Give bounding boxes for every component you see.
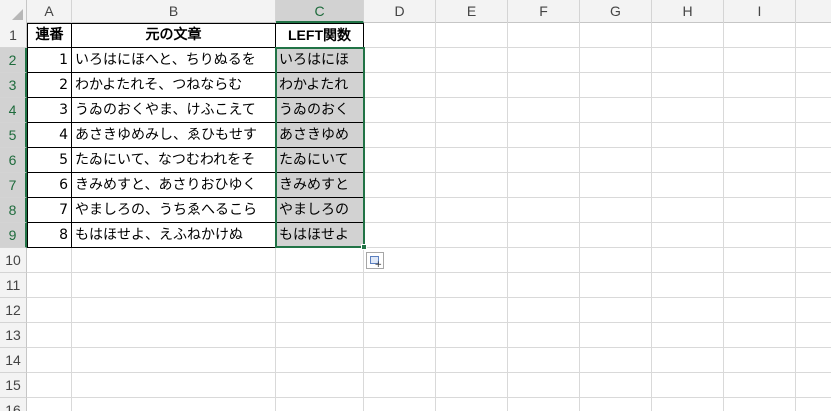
table-border: [27, 172, 364, 173]
column-header-d[interactable]: D: [364, 0, 436, 23]
cell-a3[interactable]: 2: [28, 73, 71, 98]
cell-c7[interactable]: きみめすと: [276, 173, 363, 198]
row-header-7[interactable]: 7: [0, 173, 27, 198]
table-border: [27, 122, 364, 123]
gridline: [27, 322, 831, 323]
row-header-9[interactable]: 9: [0, 223, 27, 248]
fill-handle[interactable]: [361, 244, 367, 250]
column-header-h[interactable]: H: [652, 0, 724, 23]
gridline: [795, 23, 796, 411]
table-border: [27, 97, 364, 98]
cell-c9[interactable]: もはほせよ: [276, 223, 363, 248]
cell-a5[interactable]: 4: [28, 123, 71, 148]
select-all-icon: [12, 9, 23, 20]
plus-icon: +: [374, 260, 382, 270]
cell-c5[interactable]: あさきゆめ: [276, 123, 363, 148]
row-header-11[interactable]: 11: [0, 273, 27, 298]
table-border: [275, 23, 276, 248]
row-header-5[interactable]: 5: [0, 123, 27, 148]
table-border: [27, 222, 364, 223]
row-header-16[interactable]: 16: [0, 398, 27, 411]
table-border: [27, 72, 364, 73]
select-all-corner[interactable]: [0, 0, 27, 23]
row-header-8[interactable]: 8: [0, 198, 27, 223]
gridline: [507, 23, 508, 411]
gridline: [27, 347, 831, 348]
gridline: [27, 372, 831, 373]
gridline: [579, 23, 580, 411]
row-header-12[interactable]: 12: [0, 298, 27, 323]
row-header-1[interactable]: 1: [0, 23, 27, 48]
gridline: [723, 23, 724, 411]
cell-a9[interactable]: 8: [28, 223, 71, 248]
cell-c1[interactable]: LEFT関数: [276, 23, 363, 48]
gridline: [27, 297, 831, 298]
gridline: [363, 23, 364, 411]
cell-a2[interactable]: 1: [28, 48, 71, 73]
column-header-i[interactable]: I: [724, 0, 796, 23]
row-header-13[interactable]: 13: [0, 323, 27, 348]
cell-a6[interactable]: 5: [28, 148, 71, 173]
cell-c8[interactable]: やましろの: [276, 198, 363, 223]
row-header-2[interactable]: 2: [0, 48, 27, 73]
cell-a8[interactable]: 7: [28, 198, 71, 223]
cell-b3[interactable]: わかよたれそ、つねならむ: [72, 73, 275, 98]
cell-c2[interactable]: いろはにほ: [276, 48, 363, 73]
cell-c4[interactable]: うゐのおく: [276, 98, 363, 123]
cell-c6[interactable]: たゐにいて: [276, 148, 363, 173]
column-header-e[interactable]: E: [436, 0, 508, 23]
cell-a7[interactable]: 6: [28, 173, 71, 198]
row-header-3[interactable]: 3: [0, 73, 27, 98]
row-header-15[interactable]: 15: [0, 373, 27, 398]
gridline: [27, 272, 831, 273]
cell-b5[interactable]: あさきゆめみし、ゑひもせす: [72, 123, 275, 148]
quick-analysis-button[interactable]: +: [366, 252, 384, 270]
cell-b6[interactable]: たゐにいて、なつむわれをそ: [72, 148, 275, 173]
cell-a4[interactable]: 3: [28, 98, 71, 123]
cell-b2[interactable]: いろはにほへと、ちりぬるを: [72, 48, 275, 73]
row-header-6[interactable]: 6: [0, 148, 27, 173]
cell-b9[interactable]: もはほせよ、えふねかけぬ: [72, 223, 275, 248]
table-border: [27, 147, 364, 148]
gridline: [651, 23, 652, 411]
cell-a1[interactable]: 連番: [28, 23, 71, 48]
row-header-4[interactable]: 4: [0, 98, 27, 123]
cell-b1[interactable]: 元の文章: [72, 23, 275, 48]
column-header-g[interactable]: G: [580, 0, 652, 23]
table-border: [27, 47, 364, 48]
row-header-10[interactable]: 10: [0, 248, 27, 273]
gridline: [435, 23, 436, 411]
table-border: [27, 197, 364, 198]
table-border: [71, 23, 72, 248]
cell-b8[interactable]: やましろの、うちゑへるこら: [72, 198, 275, 223]
cell-b7[interactable]: きみめすと、あさりおひゆく: [72, 173, 275, 198]
cell-b4[interactable]: うゐのおくやま、けふこえて: [72, 98, 275, 123]
column-header-a[interactable]: A: [27, 0, 72, 23]
spreadsheet-grid[interactable]: A B C D E F G H I 1 2 3 4 5 6 7 8 9 10 1…: [0, 0, 831, 411]
column-header-c[interactable]: C: [276, 0, 364, 23]
cell-c3[interactable]: わかよたれ: [276, 73, 363, 98]
gridline: [27, 397, 831, 398]
column-header-f[interactable]: F: [508, 0, 580, 23]
row-header-14[interactable]: 14: [0, 348, 27, 373]
column-header-b[interactable]: B: [72, 0, 276, 23]
